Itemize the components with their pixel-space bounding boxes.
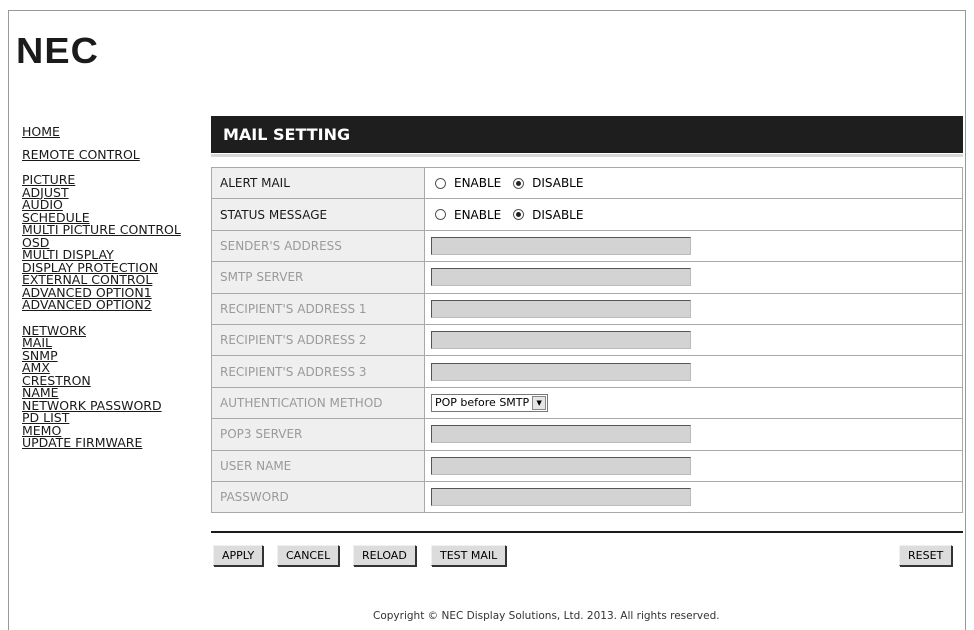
alert-mail-options: ENABLE DISABLE bbox=[424, 166, 963, 200]
auth-method-select[interactable]: POP before SMTP ▼ bbox=[431, 393, 549, 412]
row-password: PASSWORD bbox=[211, 480, 963, 514]
sidebar-nav: HOME REMOTE CONTROL PICTURE ADJUST AUDIO… bbox=[22, 125, 181, 450]
pop3-server-label: POP3 SERVER bbox=[211, 418, 425, 451]
alert-mail-disable-label: DISABLE bbox=[532, 176, 584, 191]
status-message-disable-label: DISABLE bbox=[532, 207, 584, 222]
mail-settings-form: ALERT MAIL ENABLE DISABLE STATUS MESSAGE… bbox=[211, 166, 963, 514]
status-message-disable-radio[interactable] bbox=[513, 209, 525, 221]
recipient-address-3-input[interactable] bbox=[431, 362, 691, 381]
senders-address-label: SENDER'S ADDRESS bbox=[211, 229, 425, 263]
smtp-server-label: SMTP SERVER bbox=[211, 261, 425, 294]
status-message-enable-radio[interactable] bbox=[435, 209, 446, 221]
page-title: MAIL SETTING bbox=[211, 116, 963, 153]
apply-button[interactable]: APPLY bbox=[213, 545, 264, 566]
row-recipient-1: RECIPIENT'S ADDRESS 1 bbox=[211, 292, 963, 325]
row-senders-address: SENDER'S ADDRESS bbox=[211, 229, 963, 263]
smtp-server-input[interactable] bbox=[431, 268, 691, 287]
recipient-address-2-input[interactable] bbox=[431, 331, 691, 350]
row-smtp-server: SMTP SERVER bbox=[211, 261, 963, 294]
password-input[interactable] bbox=[431, 488, 691, 507]
copyright-text: Copyright © NEC Display Solutions, Ltd. … bbox=[373, 610, 720, 622]
status-message-options: ENABLE DISABLE bbox=[424, 198, 963, 231]
user-name-input[interactable] bbox=[431, 456, 691, 475]
user-name-label: USER NAME bbox=[211, 449, 425, 482]
recipient-address-2-label: RECIPIENT'S ADDRESS 2 bbox=[211, 323, 425, 357]
row-pop3-server: POP3 SERVER bbox=[211, 418, 963, 451]
test-mail-button[interactable]: TEST MAIL bbox=[431, 545, 507, 566]
row-auth-method: AUTHENTICATION METHOD POP before SMTP ▼ bbox=[211, 386, 963, 420]
auth-method-value: POP before SMTP bbox=[435, 396, 530, 410]
recipient-address-3-label: RECIPIENT'S ADDRESS 3 bbox=[211, 355, 425, 388]
row-status-message: STATUS MESSAGE ENABLE DISABLE bbox=[211, 198, 963, 231]
pop3-server-input[interactable] bbox=[431, 425, 691, 444]
auth-method-label: AUTHENTICATION METHOD bbox=[211, 386, 425, 420]
title-divider bbox=[211, 154, 963, 157]
alert-mail-disable-radio[interactable] bbox=[513, 177, 525, 189]
recipient-address-1-label: RECIPIENT'S ADDRESS 1 bbox=[211, 292, 425, 325]
nav-home[interactable]: HOME bbox=[22, 125, 181, 139]
cancel-button[interactable]: CANCEL bbox=[277, 545, 340, 566]
row-user-name: USER NAME bbox=[211, 449, 963, 482]
alert-mail-enable-radio[interactable] bbox=[435, 177, 446, 189]
status-message-enable-label: ENABLE bbox=[454, 207, 502, 222]
nec-logo: NEC bbox=[16, 30, 99, 71]
nav-advanced-option2[interactable]: ADVANCED OPTION2 bbox=[22, 298, 181, 312]
recipient-address-1-input[interactable] bbox=[431, 299, 691, 318]
reload-button[interactable]: RELOAD bbox=[353, 545, 416, 566]
alert-mail-label: ALERT MAIL bbox=[211, 166, 425, 200]
reset-button[interactable]: RESET bbox=[899, 545, 953, 566]
nav-remote-control[interactable]: REMOTE CONTROL bbox=[22, 148, 181, 162]
row-alert-mail: ALERT MAIL ENABLE DISABLE bbox=[211, 166, 963, 200]
row-recipient-3: RECIPIENT'S ADDRESS 3 bbox=[211, 355, 963, 388]
alert-mail-enable-label: ENABLE bbox=[454, 176, 502, 191]
row-recipient-2: RECIPIENT'S ADDRESS 2 bbox=[211, 323, 963, 357]
nav-update-firmware[interactable]: UPDATE FIRMWARE bbox=[22, 436, 181, 450]
chevron-down-icon[interactable]: ▼ bbox=[532, 395, 547, 410]
senders-address-input[interactable] bbox=[431, 236, 691, 255]
password-label: PASSWORD bbox=[211, 480, 425, 514]
form-bottom-divider bbox=[211, 531, 963, 533]
status-message-label: STATUS MESSAGE bbox=[211, 198, 425, 231]
